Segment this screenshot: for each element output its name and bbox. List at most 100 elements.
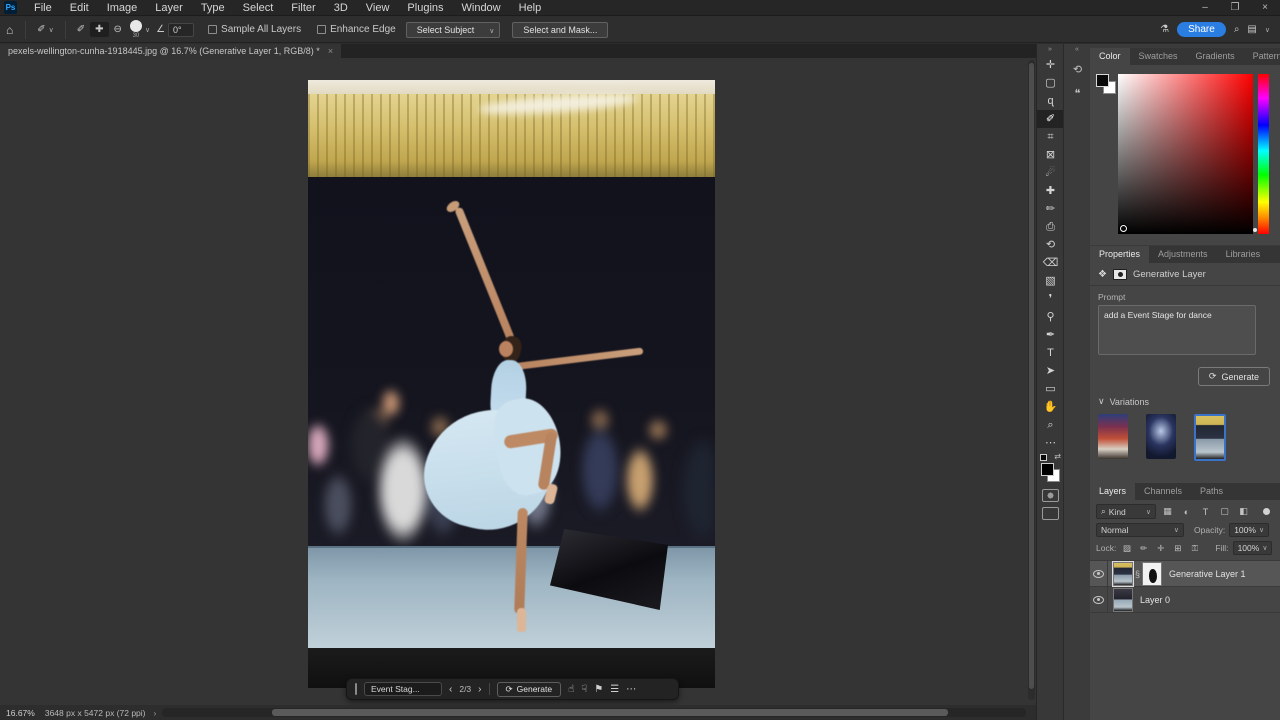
workspace-icon[interactable]: ▤ <box>1247 24 1256 35</box>
taskbar-drag-handle[interactable] <box>355 683 357 695</box>
status-chevron-icon[interactable]: › <box>154 708 163 718</box>
hue-slider[interactable] <box>1258 74 1269 234</box>
variation-thumbnail-1[interactable] <box>1098 414 1128 459</box>
report-flag-icon[interactable]: ⚑ <box>594 684 603 695</box>
blend-mode-select[interactable]: Normal ∨ <box>1096 523 1184 537</box>
history-panel-icon[interactable]: ⟲ <box>1064 60 1091 80</box>
layer-name[interactable]: Generative Layer 1 <box>1169 569 1246 579</box>
visibility-cell[interactable] <box>1090 587 1108 613</box>
tab-gradients[interactable]: Gradients <box>1187 48 1244 65</box>
tab-adjustments[interactable]: Adjustments <box>1149 246 1217 263</box>
saturation-brightness-field[interactable] <box>1118 74 1253 234</box>
variation-thumbnail-3-selected[interactable] <box>1194 414 1226 461</box>
tab-patterns[interactable]: Patterns <box>1244 48 1280 65</box>
lock-transparency-icon[interactable]: ▨ <box>1120 543 1133 554</box>
expand-panels-icon[interactable]: « <box>1064 44 1090 56</box>
select-and-mask-button[interactable]: Select and Mask... <box>512 22 608 38</box>
layer-mask-thumbnail[interactable] <box>1142 562 1162 586</box>
minimize-icon[interactable]: – <box>1190 0 1220 16</box>
filter-toggle-icon[interactable] <box>1263 508 1270 515</box>
chevron-down-icon[interactable]: ∨ <box>1265 26 1270 34</box>
opacity-input[interactable]: 100% ∨ <box>1229 523 1269 537</box>
document-tab[interactable]: pexels-wellington-cunha-1918445.jpg @ 16… <box>0 44 341 58</box>
taskbar-generate-button[interactable]: ⟳ Generate <box>497 682 562 697</box>
layer-row-background[interactable]: Layer 0 <box>1090 587 1280 613</box>
search-icon[interactable]: ⌕ <box>1234 24 1240 35</box>
lock-paint-icon[interactable]: ✏ <box>1137 543 1150 554</box>
variations-header[interactable]: ∨ Variations <box>1090 386 1280 412</box>
quick-mask-button[interactable] <box>1042 489 1059 502</box>
menu-filter[interactable]: Filter <box>282 0 324 16</box>
zoom-tool[interactable]: ⌕ <box>1037 416 1064 434</box>
layer-thumbnail[interactable] <box>1113 562 1133 586</box>
filter-pixel-layers-icon[interactable]: ▦ <box>1160 506 1175 517</box>
generate-button[interactable]: ⟳ Generate <box>1198 367 1270 386</box>
select-subject-button[interactable]: Select Subject <box>406 22 486 38</box>
rectangle-tool[interactable]: ▭ <box>1037 380 1064 398</box>
tab-properties[interactable]: Properties <box>1090 246 1149 263</box>
canvas-area[interactable]: Event Stag... ‹ 2/3 › ⟳ Generate ☝ ☟ ⚑ ☰… <box>0 58 1036 705</box>
tab-paths[interactable]: Paths <box>1191 483 1232 500</box>
spot-healing-tool[interactable]: ✚ <box>1037 182 1064 200</box>
eyedropper-tool[interactable]: ☄ <box>1037 164 1064 182</box>
tab-close-icon[interactable]: × <box>328 44 333 58</box>
horizontal-scrollbar-thumb[interactable] <box>272 709 948 716</box>
thumbs-down-icon[interactable]: ☟ <box>581 684 587 695</box>
clone-stamp-tool[interactable]: ⎙ <box>1037 218 1064 236</box>
more-options-icon[interactable]: ⋯ <box>626 684 636 695</box>
dodge-tool[interactable]: ⚲ <box>1037 308 1064 326</box>
frame-tool[interactable]: ⊠ <box>1037 146 1064 164</box>
visibility-cell[interactable] <box>1090 561 1108 587</box>
selection-brush-add-mode[interactable]: ✚ <box>90 22 108 37</box>
history-brush-tool[interactable]: ⟲ <box>1037 236 1064 254</box>
hand-tool[interactable]: ✋ <box>1037 398 1064 416</box>
tool-preset-picker[interactable]: ✐ ∨ <box>32 22 59 37</box>
gradient-tool[interactable]: ▧ <box>1037 272 1064 290</box>
prompt-textarea[interactable]: add a Event Stage for dance <box>1098 305 1256 355</box>
vertical-scrollbar-thumb[interactable] <box>1029 63 1034 689</box>
eraser-tool[interactable]: ⌫ <box>1037 254 1064 272</box>
type-tool[interactable]: T <box>1037 344 1064 362</box>
filter-shape-layers-icon[interactable]: ▢ <box>1217 506 1232 517</box>
photoshop-logo-icon[interactable]: Ps <box>4 1 17 14</box>
fill-input[interactable]: 100% ∨ <box>1233 541 1273 555</box>
mask-link-icon[interactable]: § <box>1135 569 1140 579</box>
chevron-down-icon[interactable]: ∨ <box>145 26 150 34</box>
foreground-color-swatch[interactable] <box>1041 463 1054 476</box>
brush-size-picker[interactable]: 30 <box>130 20 142 39</box>
color-picker-handle[interactable] <box>1120 225 1127 232</box>
blur-tool[interactable]: ❜ <box>1037 290 1064 308</box>
menu-type[interactable]: Type <box>192 0 234 16</box>
layer-row-generative[interactable]: § Generative Layer 1 <box>1090 561 1280 587</box>
visibility-eye-icon[interactable] <box>1093 596 1104 604</box>
beta-features-icon[interactable]: ⚗ <box>1160 24 1169 35</box>
share-button[interactable]: Share <box>1177 22 1226 37</box>
menu-edit[interactable]: Edit <box>61 0 98 16</box>
maximize-icon[interactable]: ❐ <box>1220 0 1250 16</box>
lock-all-icon[interactable]: ⚿ <box>1188 543 1201 554</box>
layer-name[interactable]: Layer 0 <box>1140 595 1170 605</box>
edit-toolbar-icon[interactable]: ⋯ <box>1037 434 1064 452</box>
visibility-eye-icon[interactable] <box>1093 570 1104 578</box>
menu-help[interactable]: Help <box>510 0 551 16</box>
menu-layer[interactable]: Layer <box>146 0 192 16</box>
tab-color[interactable]: Color <box>1090 48 1130 65</box>
close-icon[interactable]: × <box>1250 0 1280 16</box>
tab-layers[interactable]: Layers <box>1090 483 1135 500</box>
selection-brush-new-mode[interactable]: ✐ <box>72 22 90 37</box>
angle-input[interactable]: 0° <box>168 23 194 37</box>
move-tool[interactable]: ✛ <box>1037 56 1064 74</box>
menu-image[interactable]: Image <box>98 0 147 16</box>
foreground-color-swatch[interactable] <box>1096 74 1109 87</box>
tab-libraries[interactable]: Libraries <box>1217 246 1270 263</box>
canvas-image[interactable] <box>308 80 715 688</box>
filter-smart-objects-icon[interactable]: ◧ <box>1236 506 1251 517</box>
tab-channels[interactable]: Channels <box>1135 483 1191 500</box>
settings-sliders-icon[interactable]: ☰ <box>610 684 619 695</box>
screen-mode-button[interactable] <box>1042 507 1059 520</box>
enhance-edge-option[interactable]: Enhance Edge <box>317 24 396 35</box>
lock-move-icon[interactable]: ✛ <box>1154 543 1167 554</box>
layer-thumbnail[interactable] <box>1113 588 1133 612</box>
menu-window[interactable]: Window <box>453 0 510 16</box>
previous-variation-icon[interactable]: ‹ <box>449 684 452 695</box>
